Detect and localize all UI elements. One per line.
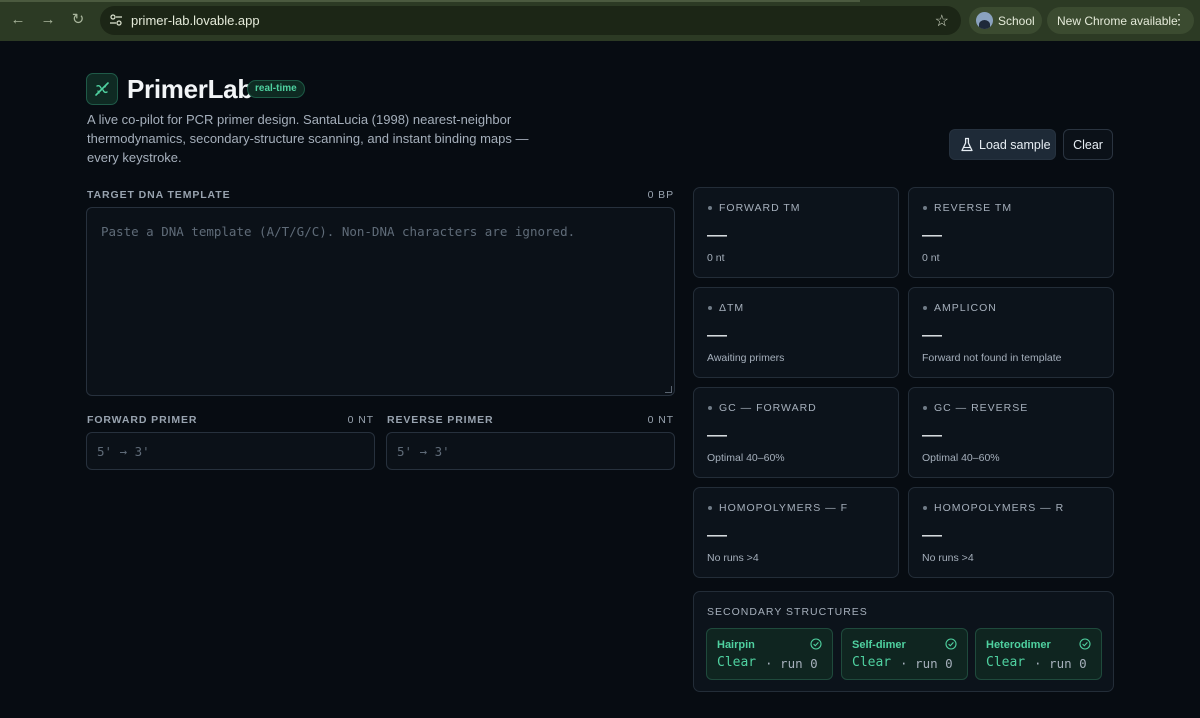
reload-icon[interactable]: ↻ xyxy=(69,11,87,29)
structure-status: Clear xyxy=(986,655,1026,670)
page-description: A live co-pilot for PCR primer design. S… xyxy=(87,112,529,165)
structure-name: Heterodimer xyxy=(986,639,1051,651)
status-badge: real-time xyxy=(247,80,305,98)
structure-name: Self-dimer xyxy=(852,639,906,651)
stat-title: GC — FORWARD xyxy=(719,402,817,414)
stat-title: REVERSE TM xyxy=(934,202,1013,214)
bullet-icon xyxy=(708,406,712,410)
hairpin-status-card: Hairpin Clear · run 0 xyxy=(706,628,833,680)
stat-card-gc-reverse: GC — REVERSE — Optimal 40–60% xyxy=(908,387,1114,478)
stat-value: — xyxy=(707,324,727,346)
structure-run: · run 0 xyxy=(1034,656,1087,671)
stat-card-homopolymers-f: HOMOPOLYMERS — F — No runs >4 xyxy=(693,487,899,578)
flask-icon xyxy=(961,137,973,152)
structure-run: · run 0 xyxy=(765,656,818,671)
stat-subtitle: 0 nt xyxy=(707,252,725,264)
kebab-menu-icon[interactable]: ⋮ xyxy=(1172,11,1186,28)
stat-value: — xyxy=(707,424,727,446)
heterodimer-status-card: Heterodimer Clear · run 0 xyxy=(975,628,1102,680)
check-circle-icon xyxy=(810,638,822,650)
check-circle-icon xyxy=(945,638,957,650)
load-sample-button[interactable]: Load sample xyxy=(949,129,1056,160)
stat-subtitle: Optimal 40–60% xyxy=(922,452,1000,464)
resize-handle[interactable] xyxy=(665,386,672,393)
logo xyxy=(86,73,118,105)
stat-value: — xyxy=(707,524,727,546)
forward-primer-count: 0 NT xyxy=(347,414,374,426)
stat-card-delta-tm: ΔTM — Awaiting primers xyxy=(693,287,899,378)
forward-primer-placeholder: 5' → 3' xyxy=(97,444,150,459)
stat-card-forward-tm: FORWARD TM — 0 nt xyxy=(693,187,899,278)
load-sample-label: Load sample xyxy=(979,138,1051,152)
bullet-icon xyxy=(923,306,927,310)
forward-primer-input[interactable]: 5' → 3' xyxy=(86,432,375,470)
page-title: PrimerLab xyxy=(127,74,253,104)
stat-card-homopolymers-r: HOMOPOLYMERS — R — No runs >4 xyxy=(908,487,1114,578)
reverse-primer-count: 0 NT xyxy=(647,414,674,426)
page-load-progress xyxy=(0,0,860,2)
clear-button[interactable]: Clear xyxy=(1063,129,1113,160)
avatar xyxy=(976,12,993,29)
template-placeholder: Paste a DNA template (A/T/G/C). Non-DNA … xyxy=(101,224,576,239)
stat-subtitle: No runs >4 xyxy=(707,552,759,564)
bullet-icon xyxy=(923,506,927,510)
stat-title: ΔTM xyxy=(719,302,745,314)
stat-card-reverse-tm: REVERSE TM — 0 nt xyxy=(908,187,1114,278)
stat-value: — xyxy=(707,224,727,246)
stat-value: — xyxy=(922,324,942,346)
self-dimer-status-card: Self-dimer Clear · run 0 xyxy=(841,628,968,680)
update-chrome-button[interactable]: New Chrome available ⋮ xyxy=(1047,7,1194,34)
stat-value: — xyxy=(922,424,942,446)
update-label: New Chrome available xyxy=(1057,14,1178,28)
structure-status: Clear xyxy=(852,655,892,670)
stat-card-gc-forward: GC — FORWARD — Optimal 40–60% xyxy=(693,387,899,478)
template-label: TARGET DNA TEMPLATE xyxy=(87,189,231,201)
browser-toolbar: ← → ↻ primer-lab.lovable.app ☆ School Ne… xyxy=(0,0,1200,41)
stat-subtitle: 0 nt xyxy=(922,252,940,264)
stat-card-amplicon: AMPLICON — Forward not found in template xyxy=(908,287,1114,378)
bullet-icon xyxy=(708,306,712,310)
structure-run: · run 0 xyxy=(900,656,953,671)
bullet-icon xyxy=(708,206,712,210)
stat-title: GC — REVERSE xyxy=(934,402,1029,414)
reverse-primer-label: REVERSE PRIMER xyxy=(387,414,494,426)
profile-label: School xyxy=(998,14,1035,28)
stat-value: — xyxy=(922,224,942,246)
star-icon[interactable]: ☆ xyxy=(935,11,949,31)
arrow-left-icon[interactable]: ← xyxy=(9,11,27,29)
stat-subtitle: Optimal 40–60% xyxy=(707,452,785,464)
reverse-primer-placeholder: 5' → 3' xyxy=(397,444,450,459)
forward-primer-label: FORWARD PRIMER xyxy=(87,414,198,426)
stat-subtitle: No runs >4 xyxy=(922,552,974,564)
template-count: 0 BP xyxy=(647,189,674,201)
tune-icon[interactable] xyxy=(108,12,124,28)
url-text[interactable]: primer-lab.lovable.app xyxy=(131,13,260,28)
stat-title: FORWARD TM xyxy=(719,202,801,214)
structure-name: Hairpin xyxy=(717,639,755,651)
address-bar[interactable]: primer-lab.lovable.app ☆ xyxy=(100,6,961,35)
stat-title: HOMOPOLYMERS — F xyxy=(719,502,848,514)
stat-subtitle: Awaiting primers xyxy=(707,352,785,364)
bullet-icon xyxy=(923,406,927,410)
stat-subtitle: Forward not found in template xyxy=(922,352,1062,364)
stat-value: — xyxy=(922,524,942,546)
stat-title: AMPLICON xyxy=(934,302,997,314)
secondary-structures-title: SECONDARY STRUCTURES xyxy=(707,606,868,618)
structure-status: Clear xyxy=(717,655,757,670)
check-circle-icon xyxy=(1079,638,1091,650)
dna-helix-icon xyxy=(95,82,109,96)
bullet-icon xyxy=(923,206,927,210)
stat-title: HOMOPOLYMERS — R xyxy=(934,502,1065,514)
arrow-right-icon[interactable]: → xyxy=(39,11,57,29)
template-input[interactable]: Paste a DNA template (A/T/G/C). Non-DNA … xyxy=(86,207,675,396)
profile-button[interactable]: School xyxy=(969,7,1042,34)
bullet-icon xyxy=(708,506,712,510)
secondary-structures-panel: SECONDARY STRUCTURES Hairpin Clear · run… xyxy=(693,591,1114,692)
clear-label: Clear xyxy=(1073,138,1103,152)
reverse-primer-input[interactable]: 5' → 3' xyxy=(386,432,675,470)
